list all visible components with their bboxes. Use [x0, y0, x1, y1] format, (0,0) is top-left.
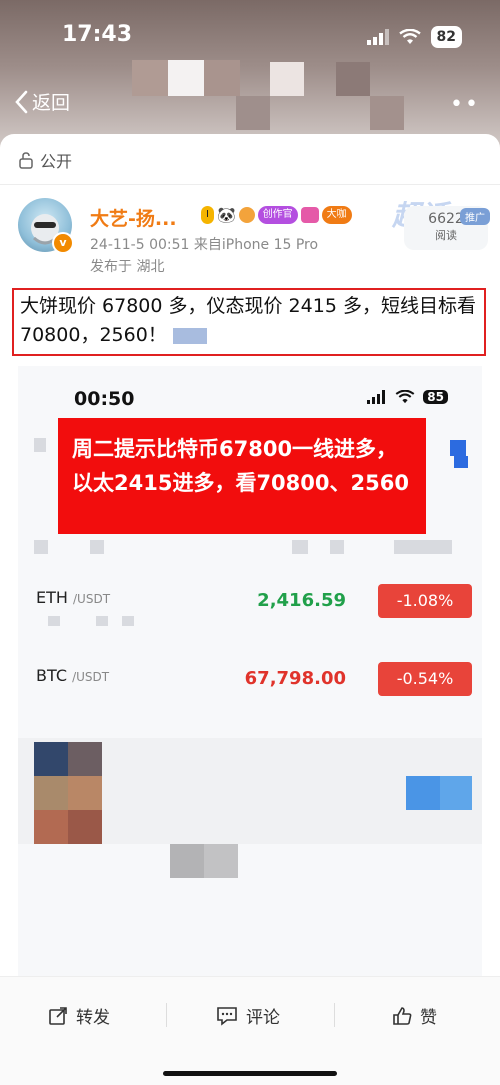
verified-icon: v	[52, 232, 74, 254]
repost-button[interactable]: 转发	[48, 1003, 110, 1028]
panda-icon: 🐼	[216, 206, 236, 224]
promo-banner: 周二提示比特币67800一线进多， 以太2415进多，看70800、2560	[58, 418, 426, 534]
placeholder-block	[90, 540, 104, 554]
mosaic-block	[406, 776, 440, 810]
chevron-left-icon	[15, 90, 28, 113]
placeholder-block	[122, 616, 134, 626]
action-bar: 转发 评论 赞	[0, 976, 500, 1085]
embed-battery: 85	[423, 390, 448, 404]
placeholder-block	[96, 616, 108, 626]
redacted-block	[172, 327, 207, 344]
wifi-icon	[398, 29, 421, 44]
blue-icon	[454, 456, 468, 468]
embed-wifi-icon	[395, 390, 415, 404]
mosaic-block	[34, 810, 68, 844]
embed-signal-icon	[367, 390, 386, 404]
home-indicator[interactable]	[163, 1071, 337, 1076]
post-text: 大饼现价 67800 多，仪态现价 2415 多，短线目标看 70800，256…	[20, 295, 476, 346]
placeholder-block	[48, 616, 60, 626]
ticker-row-btc[interactable]: BTC /USDT 67,798.00 -0.54%	[18, 662, 482, 726]
author-name[interactable]: 大艺-扬...	[90, 204, 177, 231]
thumbs-up-icon	[393, 1006, 412, 1025]
mosaic-block	[370, 96, 404, 130]
mosaic-block	[204, 844, 238, 878]
post-text-box: 大饼现价 67800 多，仪态现价 2415 多，短线目标看 70800，256…	[12, 288, 486, 356]
status-icons: 82	[366, 26, 462, 48]
ticker-change: -0.54%	[378, 662, 472, 696]
read-label: 阅读	[435, 229, 457, 242]
unlock-icon	[19, 152, 33, 169]
divider	[334, 1003, 335, 1027]
mosaic-block	[34, 742, 68, 776]
divider	[0, 184, 500, 185]
comment-icon	[217, 1006, 237, 1026]
post-image[interactable]: 00:50 85 周二提示比特币67800一线进多， 以太2415进多，看708…	[18, 366, 482, 976]
mosaic-block	[34, 776, 68, 810]
ticker-row-eth[interactable]: ETH /USDT 2,416.59 -1.08%	[18, 584, 482, 648]
mosaic-block	[170, 844, 204, 878]
promo-tag[interactable]: 推广	[460, 208, 490, 225]
battery-indicator: 82	[430, 26, 462, 48]
ticker-price: 2,416.59	[257, 590, 346, 611]
mosaic-block	[440, 776, 472, 810]
placeholder-block	[292, 540, 308, 554]
vip-badge: 大咖	[321, 206, 352, 224]
embed-status-time: 00:50	[74, 388, 135, 410]
post-card: 公开 v 大艺-扬... I 🐼 创作官 大咖 超话 6622 阅读 推广 24…	[0, 134, 500, 1084]
cellular-signal-icon	[366, 29, 389, 45]
placeholder-block	[394, 540, 452, 554]
read-count-box: 6622 阅读 推广	[404, 206, 490, 250]
medal-icon	[300, 207, 319, 223]
level-badge: I	[201, 206, 214, 224]
mosaic-block	[236, 96, 270, 130]
post-time-device: 24-11-5 00:51 来自iPhone 15 Pro	[90, 237, 319, 253]
ticker-price: 67,798.00	[244, 668, 346, 689]
placeholder-block	[34, 540, 48, 554]
blue-icon	[450, 440, 466, 456]
avatar[interactable]: v	[18, 198, 74, 254]
status-time: 17:43	[62, 22, 133, 47]
visibility-row: 公开	[18, 148, 72, 172]
author-badges: I 🐼 创作官 大咖	[201, 206, 352, 224]
ticker-change: -1.08%	[378, 584, 472, 618]
more-options-icon[interactable]: ••	[450, 92, 480, 117]
repost-label: 转发	[76, 1008, 110, 1028]
status-bar: 17:43 82	[0, 0, 500, 70]
back-label: 返回	[32, 92, 71, 114]
placeholder-block	[34, 438, 46, 452]
embed-status-icons: 85	[367, 390, 448, 404]
ticker-symbol: BTC /USDT	[36, 666, 110, 685]
mosaic-block	[68, 742, 102, 776]
mosaic-block	[68, 776, 102, 810]
like-button[interactable]: 赞	[392, 1003, 437, 1028]
comment-button[interactable]: 评论	[216, 1003, 280, 1028]
ticker-symbol: ETH /USDT	[36, 588, 111, 607]
banner-line-2: 以太2415进多，看70800、2560	[72, 471, 409, 495]
placeholder-block	[330, 540, 344, 554]
divider	[166, 1003, 167, 1027]
share-icon	[49, 1006, 67, 1025]
mosaic-block	[68, 810, 102, 844]
banner-line-1: 周二提示比特币67800一线进多，	[72, 437, 398, 461]
author-header: v 大艺-扬... I 🐼 创作官 大咖 超话 6622 阅读 推广 24-11…	[18, 198, 490, 278]
post-location: 发布于 湖北	[90, 259, 165, 275]
like-label: 赞	[420, 1008, 437, 1028]
fan-badge-icon	[238, 207, 255, 223]
creator-badge: 创作官	[257, 206, 298, 224]
visibility-label: 公开	[40, 152, 73, 171]
comment-label: 评论	[246, 1008, 280, 1028]
back-button[interactable]: 返回	[14, 88, 70, 115]
